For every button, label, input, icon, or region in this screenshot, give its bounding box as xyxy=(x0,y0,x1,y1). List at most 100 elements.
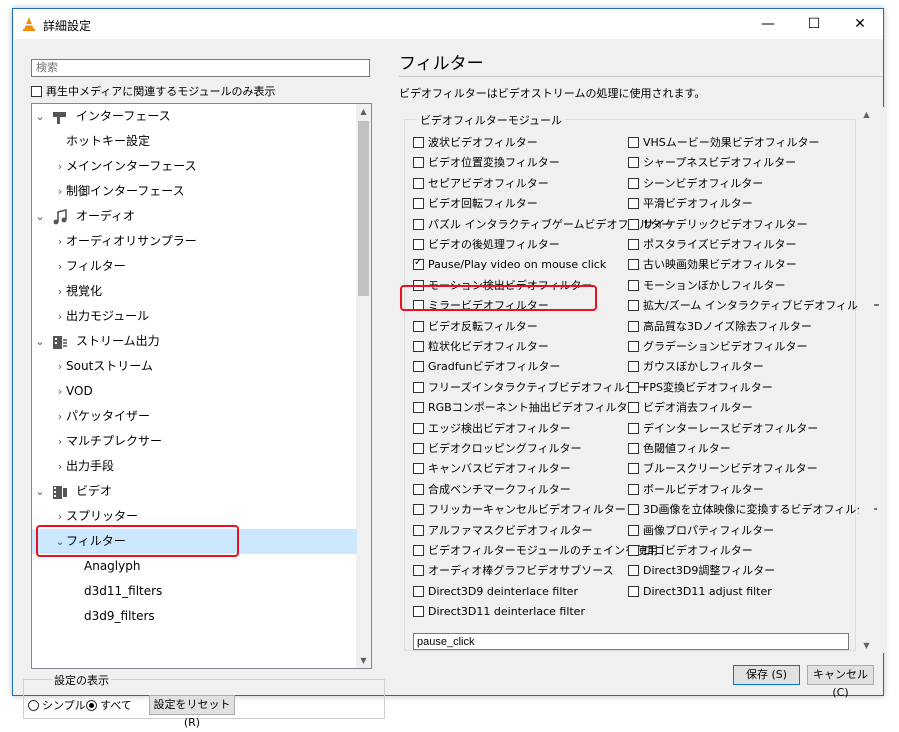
checkbox-box[interactable] xyxy=(628,422,639,434)
tree-item[interactable]: › 出力手段 xyxy=(32,454,357,479)
scroll-up-arrow-icon[interactable]: ▲ xyxy=(859,107,874,122)
checkbox-box[interactable] xyxy=(628,463,639,475)
filter-module-checkbox[interactable]: Direct3D11 adjust filter xyxy=(628,584,772,599)
chevron-right-icon[interactable]: › xyxy=(54,354,66,379)
only-current-checkbox[interactable]: 再生中メディアに関連するモジュールのみ表示 xyxy=(31,83,275,99)
filter-module-checkbox[interactable]: 3D画像を立体映像に変換するビデオフィルター xyxy=(628,502,878,517)
filter-module-checkbox[interactable]: セピアビデオフィルター xyxy=(413,176,549,191)
filter-module-checkbox[interactable]: フリーズインタラクティブビデオフィルター xyxy=(413,380,647,395)
checkbox-box[interactable] xyxy=(628,157,639,169)
filter-module-checkbox[interactable]: 画像プロパティフィルター xyxy=(628,523,774,538)
radio-all[interactable]: すべて xyxy=(86,697,132,713)
scroll-up-arrow-icon[interactable]: ▲ xyxy=(356,104,371,119)
checkbox-box[interactable] xyxy=(628,585,639,597)
checkbox-box[interactable] xyxy=(628,218,639,230)
filter-module-checkbox[interactable]: ビデオ回転フィルター xyxy=(413,196,538,211)
checkbox-box[interactable] xyxy=(628,483,639,495)
checkbox-box[interactable] xyxy=(413,585,424,597)
filter-module-checkbox[interactable]: 合成ベンチマークフィルター xyxy=(413,482,571,497)
filter-module-checkbox[interactable]: グラデーションビデオフィルター xyxy=(628,339,808,354)
filter-module-checkbox[interactable]: 平滑ビデオフィルター xyxy=(628,196,753,211)
scroll-thumb[interactable] xyxy=(358,121,369,296)
tree-item[interactable]: › メインインターフェース xyxy=(32,154,357,179)
modules-scrollbar[interactable]: ▲ ▼ xyxy=(859,107,874,653)
chevron-down-icon[interactable]: ⌄ xyxy=(34,204,46,229)
chevron-right-icon[interactable]: › xyxy=(54,229,66,254)
category-tree[interactable]: ▲ ▼ ⌄ インターフェース ホットキー設定 › メインインターフェース › 制御インターフ… xyxy=(31,103,372,669)
checkbox-box[interactable] xyxy=(413,177,424,189)
maximize-button[interactable]: ☐ xyxy=(791,9,837,39)
scroll-down-arrow-icon[interactable]: ▼ xyxy=(859,638,874,653)
filter-module-checkbox[interactable]: エッジ検出ビデオフィルター xyxy=(413,421,571,436)
checkbox-box[interactable] xyxy=(628,198,639,210)
chevron-right-icon[interactable]: › xyxy=(54,154,66,179)
checkbox-box[interactable] xyxy=(628,137,639,148)
radio-simple-circle[interactable] xyxy=(28,700,39,711)
checkbox-box[interactable] xyxy=(413,239,424,250)
filter-module-checkbox[interactable]: ビデオ消去フィルター xyxy=(628,400,753,415)
filter-module-checkbox[interactable]: Direct3D9 deinterlace filter xyxy=(413,584,578,599)
filter-module-checkbox[interactable]: 粒状化ビデオフィルター xyxy=(413,339,549,354)
filter-module-checkbox[interactable]: Pause/Play video on mouse click xyxy=(413,257,606,272)
tree-item[interactable]: ⌄ ビデオ xyxy=(32,479,357,504)
filter-module-checkbox[interactable]: オーディオ棒グラフビデオサブソース xyxy=(413,563,614,578)
chevron-right-icon[interactable]: › xyxy=(54,304,66,329)
checkbox-box[interactable] xyxy=(413,157,424,169)
close-button[interactable]: ✕ xyxy=(837,9,883,39)
tree-item[interactable]: ⌄ ストリーム出力 xyxy=(32,329,357,354)
checkbox-box[interactable] xyxy=(413,341,424,352)
checkbox-box[interactable] xyxy=(413,565,424,577)
save-button[interactable]: 保存 (S) xyxy=(733,665,800,685)
checkbox-box[interactable] xyxy=(413,422,424,434)
tree-item[interactable]: › マルチプレクサー xyxy=(32,429,357,454)
tree-item[interactable]: › VOD xyxy=(32,379,357,404)
checkbox-box[interactable] xyxy=(628,259,639,271)
checkbox-box[interactable] xyxy=(628,504,639,516)
checkbox-box[interactable] xyxy=(413,402,424,414)
search-input[interactable] xyxy=(31,59,370,77)
filter-module-checkbox[interactable]: サイケデリックビデオフィルター xyxy=(628,217,808,232)
checkbox-box[interactable] xyxy=(628,177,639,189)
tree-item[interactable]: ホットキー設定 xyxy=(32,129,357,154)
filter-module-checkbox[interactable]: ビデオの後処理フィルター xyxy=(413,237,560,252)
chevron-down-icon[interactable]: ⌄ xyxy=(34,329,46,354)
filter-module-checkbox[interactable]: ガウスぼかしフィルター xyxy=(628,359,764,374)
tree-item[interactable]: Anaglyph xyxy=(32,554,357,579)
filter-module-checkbox[interactable]: ビデオフィルターモジュールのチェインを使用 xyxy=(413,543,658,558)
checkbox-box[interactable] xyxy=(413,443,424,454)
minimize-button[interactable]: — xyxy=(745,9,791,39)
checkbox-box[interactable] xyxy=(413,218,424,230)
chevron-right-icon[interactable]: › xyxy=(54,379,66,404)
filter-module-checkbox[interactable]: モーションぼかしフィルター xyxy=(628,278,786,293)
filter-module-checkbox[interactable]: FPS変換ビデオフィルター xyxy=(628,380,773,395)
checkbox-box[interactable] xyxy=(628,381,639,393)
radio-simple[interactable]: シンプル xyxy=(28,697,86,713)
filter-module-checkbox[interactable]: ロゴビデオフィルター xyxy=(628,543,753,558)
chevron-down-icon[interactable]: ⌄ xyxy=(34,479,46,504)
tree-item[interactable]: d3d9_filters xyxy=(32,604,357,629)
filter-module-checkbox[interactable]: ブルースクリーンビデオフィルター xyxy=(628,461,818,476)
filter-chain-field[interactable] xyxy=(413,633,849,650)
checkbox-box[interactable] xyxy=(413,483,424,495)
checkbox-checked[interactable] xyxy=(413,257,424,271)
filter-module-checkbox[interactable]: シーンビデオフィルター xyxy=(628,176,763,191)
reset-preferences-button[interactable]: 設定をリセット (R) xyxy=(149,695,235,729)
tree-item[interactable]: › フィルター xyxy=(32,254,357,279)
chevron-right-icon[interactable]: › xyxy=(54,454,66,479)
tree-item[interactable]: › オーディオリサンプラー xyxy=(32,229,357,254)
checkbox-box[interactable] xyxy=(31,86,42,97)
checkbox-box[interactable] xyxy=(628,279,639,291)
tree-item[interactable]: ⌄ インターフェース xyxy=(32,104,357,129)
filter-module-checkbox[interactable]: VHSムービー効果ビデオフィルター xyxy=(628,135,820,150)
filter-module-checkbox[interactable]: アルファマスクビデオフィルター xyxy=(413,523,593,538)
checkbox-box[interactable] xyxy=(628,524,639,536)
radio-all-circle[interactable] xyxy=(86,700,97,711)
chevron-right-icon[interactable]: › xyxy=(54,279,66,304)
tree-item[interactable]: › Soutストリーム xyxy=(32,354,357,379)
cancel-button[interactable]: キャンセル (C) xyxy=(807,665,874,699)
filter-module-checkbox[interactable]: キャンバスビデオフィルター xyxy=(413,461,571,476)
checkbox-box[interactable] xyxy=(628,239,639,250)
tree-item[interactable]: d3d11_filters xyxy=(32,579,357,604)
checkbox-box[interactable] xyxy=(628,402,639,414)
filter-module-checkbox[interactable]: Direct3D9調整フィルター xyxy=(628,563,775,578)
